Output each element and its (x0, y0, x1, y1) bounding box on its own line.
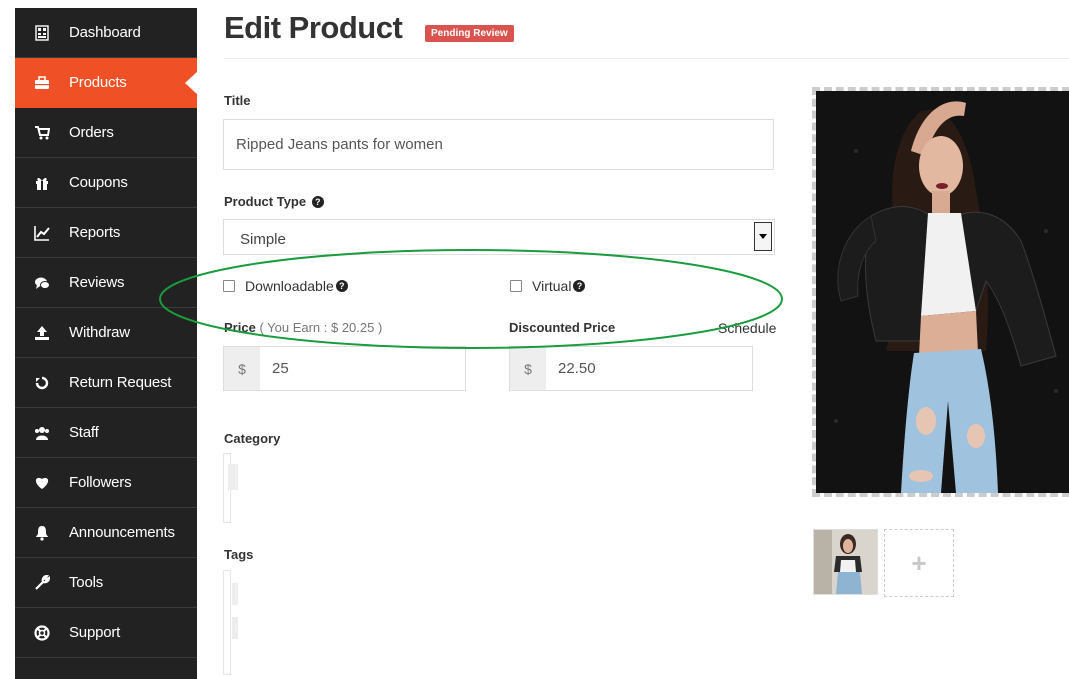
status-badge: Pending Review (425, 25, 514, 42)
undo-icon (31, 374, 53, 392)
sidebar-item-products[interactable]: Products (15, 58, 198, 108)
wrench-icon (31, 574, 53, 592)
help-icon[interactable]: ? (573, 280, 586, 292)
upload-icon (31, 324, 53, 342)
discounted-price-label: Discounted Price (509, 320, 616, 335)
sidebar-item-label: Return Request (69, 374, 172, 391)
product-type-label: Product Type ? (224, 194, 324, 209)
help-icon[interactable]: ? (311, 196, 324, 208)
life-ring-icon (31, 624, 53, 642)
category-select[interactable] (223, 453, 238, 523)
price-input[interactable]: 25 (260, 347, 465, 390)
title-input[interactable] (223, 119, 774, 170)
sidebar-item-label: Dashboard (69, 24, 141, 41)
title-label: Title (224, 93, 251, 108)
virtual-label: Virtual (532, 278, 572, 294)
featured-image[interactable] (812, 87, 1069, 497)
dashboard-icon (31, 24, 53, 42)
sidebar-item-label: Followers (69, 474, 132, 491)
downloadable-label: Downloadable (245, 278, 334, 294)
downloadable-checkbox[interactable] (223, 280, 235, 292)
sidebar-item-reviews[interactable]: Reviews (15, 258, 197, 308)
sidebar-item-staff[interactable]: Staff (15, 408, 197, 458)
sidebar-item-label: Support (69, 624, 121, 641)
sidebar-item-return-request[interactable]: Return Request (15, 358, 197, 408)
dropdown-arrow-icon[interactable] (754, 222, 772, 251)
price-label: Price (224, 320, 256, 335)
add-gallery-image-button[interactable]: + (884, 529, 954, 597)
sidebar-item-label: Reports (69, 224, 121, 241)
sidebar-item-label: Tools (69, 574, 104, 591)
tags-label: Tags (224, 547, 254, 562)
sidebar-item-followers[interactable]: Followers (15, 458, 197, 508)
sidebar-item-label: Announcements (69, 524, 175, 541)
help-icon[interactable]: ? (335, 280, 348, 292)
bell-icon (31, 524, 53, 542)
sidebar-item-orders[interactable]: Orders (15, 108, 197, 158)
users-icon (31, 424, 53, 442)
virtual-checkbox[interactable] (510, 280, 522, 292)
sidebar-item-label: Orders (69, 124, 114, 141)
product-type-label-text: Product Type (224, 194, 307, 209)
sidebar-item-support[interactable]: Support (15, 608, 197, 658)
sidebar-item-label: Withdraw (69, 324, 130, 341)
price-label-row: Price ( You Earn : $ 20.25 ) (224, 320, 382, 335)
currency-addon: $ (224, 347, 260, 390)
gallery-thumbnail[interactable] (813, 529, 878, 595)
discounted-price-input[interactable]: 22.50 (546, 347, 752, 390)
category-chip (228, 464, 238, 490)
product-type-select[interactable]: Simple (223, 219, 775, 255)
sidebar-item-reports[interactable]: Reports (15, 208, 197, 258)
sidebar-item-label: Coupons (69, 174, 128, 191)
sidebar-nav: Dashboard Products Orders Coupons Reports Rev… (15, 8, 198, 679)
product-photo (816, 91, 1069, 493)
sidebar-item-announcements[interactable]: Announcements (15, 508, 197, 558)
highlight-annotation-ellipse (159, 249, 783, 349)
tag-chip (232, 617, 238, 639)
currency-addon: $ (510, 347, 546, 390)
page-title: Edit Product (224, 10, 403, 45)
cart-icon (31, 124, 53, 142)
gift-icon (31, 174, 53, 192)
product-type-value: Simple (240, 231, 286, 248)
line-chart-icon (31, 224, 53, 242)
downloadable-option[interactable]: Downloadable ? (223, 278, 348, 294)
sidebar-item-withdraw[interactable]: Withdraw (15, 308, 197, 358)
virtual-option[interactable]: Virtual ? (510, 278, 586, 294)
category-label: Category (224, 431, 281, 446)
briefcase-icon (31, 74, 53, 92)
sidebar-item-dashboard[interactable]: Dashboard (15, 8, 197, 58)
you-earn-note: ( You Earn : $ 20.25 ) (259, 320, 383, 335)
sidebar-item-label: Staff (69, 424, 99, 441)
heart-icon (31, 474, 53, 492)
tags-input[interactable] (223, 570, 238, 675)
sidebar-item-coupons[interactable]: Coupons (15, 158, 197, 208)
comments-icon (31, 274, 53, 292)
sidebar-item-tools[interactable]: Tools (15, 558, 197, 608)
sidebar-item-label: Products (69, 74, 127, 91)
price-input-group: $ 25 (223, 346, 466, 391)
sidebar-item-label: Reviews (69, 274, 125, 291)
discounted-price-input-group: $ 22.50 (509, 346, 753, 391)
schedule-link[interactable]: Schedule (718, 320, 776, 336)
header-divider (224, 58, 1069, 59)
product-thumbnail-photo (814, 530, 877, 594)
tag-chip (232, 583, 238, 605)
